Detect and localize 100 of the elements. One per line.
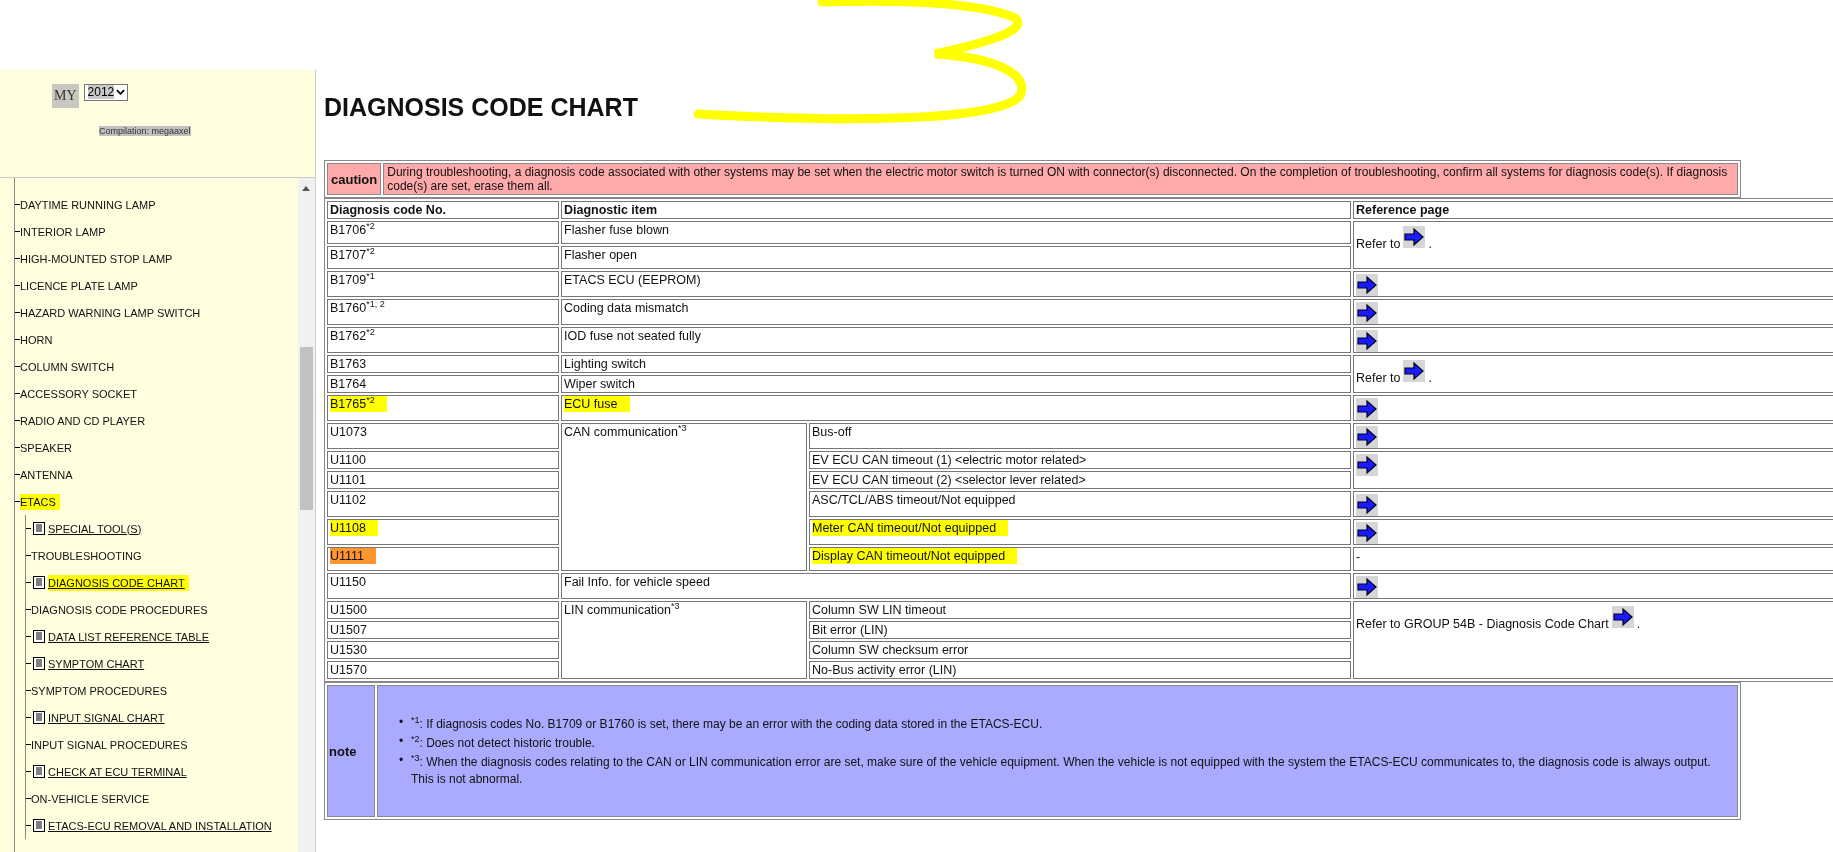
- code-cell: U1101: [327, 471, 559, 489]
- item-cell: Meter CAN timeout/Not equipped: [809, 519, 1351, 545]
- code-cell: B1706$^{*2}$: [327, 221, 559, 244]
- reference-text: Refer to: [1356, 371, 1401, 386]
- item-cell: Bus-off: [809, 423, 1351, 449]
- tree-item[interactable]: SPEAKER: [20, 441, 72, 454]
- item-cell: ASC/TCL/ABS timeout/Not equipped: [809, 491, 1351, 517]
- tree-link[interactable]: DATA LIST REFERENCE TABLE: [48, 630, 209, 643]
- tree-item[interactable]: ON-VEHICLE SERVICE: [31, 792, 150, 805]
- tree-item[interactable]: HAZARD WARNING LAMP SWITCH: [20, 306, 201, 319]
- document-icon: [33, 765, 45, 778]
- tree-item[interactable]: DAYTIME RUNNING LAMP: [20, 198, 156, 211]
- arrow-link-icon[interactable]: [1356, 522, 1378, 544]
- tree-link[interactable]: CHECK AT ECU TERMINAL: [48, 765, 187, 778]
- period-text: .: [1636, 617, 1641, 632]
- bullet: •: [399, 733, 405, 750]
- arrow-link-icon[interactable]: [1611, 606, 1634, 628]
- model-year-label: MY: [52, 84, 79, 108]
- item-cell: Lighting switch: [561, 355, 1351, 373]
- tree-item[interactable]: INTERIOR LAMP: [20, 225, 106, 238]
- tree-item[interactable]: HORN: [20, 333, 53, 346]
- code-cell: B1709$^{*1}$: [327, 271, 559, 297]
- document-icon: [33, 819, 45, 832]
- arrow-link-icon[interactable]: [1356, 576, 1378, 598]
- document-icon: [33, 630, 45, 643]
- code-cell: U1102: [327, 491, 559, 517]
- note-text: $^{*1}$: If diagnosis codes No. B1709 or B1760 is set, there may be an error with the coding data stored in the ETACS-ECU.: [411, 714, 1043, 733]
- code-cell: U1100: [327, 451, 559, 469]
- scroll-up-arrow-icon[interactable]: [302, 186, 310, 191]
- scrollbar-thumb[interactable]: [300, 347, 313, 510]
- tree-item[interactable]: RADIO AND CD PLAYER: [20, 414, 146, 427]
- document-icon: [33, 576, 45, 589]
- tree-item[interactable]: DIAGNOSIS CODE PROCEDURES: [31, 603, 208, 616]
- item-cell: EV ECU CAN timeout (1) <electric motor related>: [809, 451, 1351, 469]
- item-cell: Column SW LIN timeout: [809, 601, 1351, 619]
- column-header: Reference page: [1353, 201, 1833, 219]
- item-cell: LIN communication$^{*3}$: [561, 601, 807, 679]
- code-cell: B1707$^{*2}$: [327, 246, 559, 269]
- reference-text: Refer to GROUP 54B - Diagnosis Code Chart: [1356, 617, 1609, 632]
- tree-item[interactable]: ANTENNA: [20, 468, 73, 481]
- bullet: •: [399, 714, 405, 731]
- item-cell: Flasher open: [561, 246, 1351, 269]
- item-cell: IOD fuse not seated fully: [561, 327, 1351, 353]
- tree-link[interactable]: SPECIAL TOOL(S): [48, 522, 142, 535]
- page-title: DIAGNOSIS CODE CHART: [324, 92, 638, 122]
- arrow-link-icon[interactable]: [1356, 398, 1378, 420]
- arrow-link-icon[interactable]: [1356, 302, 1378, 324]
- arrow-link-icon[interactable]: [1356, 274, 1378, 296]
- item-cell: CAN communication$^{*3}$: [561, 423, 807, 571]
- code-cell: U1073: [327, 423, 559, 449]
- item-cell: Column SW checksum error: [809, 641, 1351, 659]
- item-cell: Fail Info. for vehicle speed: [561, 573, 1351, 599]
- tree-item[interactable]: INPUT SIGNAL PROCEDURES: [31, 738, 188, 751]
- tree-item[interactable]: TROUBLESHOOTING: [31, 549, 142, 562]
- caret-icon: [116, 88, 126, 95]
- caution-text: During troubleshooting, a diagnosis code associated with other systems may be set when the electric motor switch is turned ON with connector(s) disconnected. On the completion of troubleshooting, confirm all systems for diagnosis code(s). If diagnosis code(s) are set, erase them all.: [383, 163, 1738, 195]
- tree-item[interactable]: HIGH-MOUNTED STOP LAMP: [20, 252, 173, 265]
- code-cell: U1500: [327, 601, 559, 619]
- item-cell: Display CAN timeout/Not equipped: [809, 547, 1351, 571]
- compilation-label: Compilation: megaaxel: [99, 126, 191, 136]
- arrow-link-icon[interactable]: [1356, 330, 1378, 352]
- tree-link[interactable]: DIAGNOSIS CODE CHART: [48, 574, 189, 591]
- arrow-link-icon[interactable]: [1403, 360, 1426, 382]
- tree-link[interactable]: ETACS-ECU REMOVAL AND INSTALLATION: [48, 819, 272, 832]
- tree-item[interactable]: ACCESSORY SOCKET: [20, 387, 137, 400]
- code-cell: B1763: [327, 355, 559, 373]
- arrow-link-icon[interactable]: [1356, 494, 1378, 516]
- column-header: Diagnostic item: [561, 201, 1351, 219]
- note-text: $^{*2}$: Does not detect historic trouble.: [411, 733, 595, 752]
- scrollbar[interactable]: [298, 178, 315, 852]
- reference-text: Refer to: [1356, 237, 1401, 252]
- item-cell: Flasher fuse blown: [561, 221, 1351, 244]
- column-header: Diagnosis code No.: [327, 201, 559, 219]
- arrow-link-icon[interactable]: [1356, 426, 1378, 448]
- tree-item[interactable]: COLUMN SWITCH: [20, 360, 115, 373]
- code-cell: U1108: [327, 519, 559, 545]
- code-cell: B1760$^{*1, 2}$: [327, 299, 559, 325]
- item-cell: Coding data mismatch: [561, 299, 1351, 325]
- tree-item[interactable]: ETACS: [20, 493, 60, 510]
- model-year-select[interactable]: 2012: [83, 83, 129, 101]
- document-icon: [33, 522, 45, 535]
- code-cell: U1150: [327, 573, 559, 599]
- period-text: .: [1428, 237, 1432, 252]
- item-cell: Wiper switch: [561, 375, 1351, 393]
- code-cell: B1764: [327, 375, 559, 393]
- tree-item[interactable]: SYMPTOM PROCEDURES: [31, 684, 168, 697]
- tree-item[interactable]: LICENCE PLATE LAMP: [20, 279, 138, 292]
- item-cell: ECU fuse: [561, 395, 1351, 421]
- tree-link[interactable]: INPUT SIGNAL CHART: [48, 711, 165, 724]
- code-cell: B1765$^{*2}$: [327, 395, 559, 421]
- document-icon: [33, 711, 45, 724]
- arrow-link-icon[interactable]: [1403, 226, 1426, 248]
- item-cell: ETACS ECU (EEPROM): [561, 271, 1351, 297]
- period-text: .: [1428, 371, 1432, 386]
- note-label: note: [327, 685, 375, 817]
- item-cell: EV ECU CAN timeout (2) <selector lever related>: [809, 471, 1351, 489]
- reference-text: -: [1356, 550, 1361, 564]
- document-icon: [33, 657, 45, 670]
- arrow-link-icon[interactable]: [1356, 454, 1378, 476]
- tree-link[interactable]: SYMPTOM CHART: [48, 657, 145, 670]
